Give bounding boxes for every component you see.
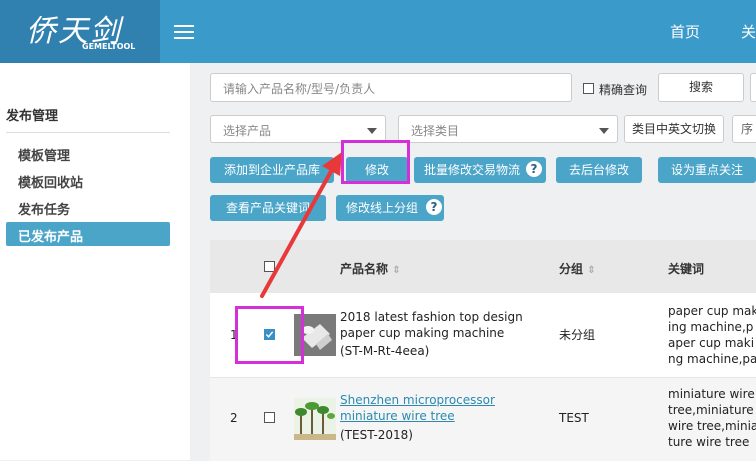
sort-icon: ⇕	[392, 265, 401, 276]
logo[interactable]: 侨天剑 GEMELTOOL	[0, 0, 160, 63]
arrow-icon	[260, 152, 342, 298]
backend-modify-button[interactable]: 去后台修改	[556, 157, 642, 183]
exact-label: 精确查询	[599, 83, 648, 97]
product-thumbnail[interactable]	[294, 398, 336, 440]
product-keywords: paper cup making machine,paper cup makin…	[668, 304, 756, 366]
help-icon[interactable]: ?	[426, 199, 442, 215]
category-select-value: 选择类目	[411, 124, 460, 138]
column-header-keywords: 关键词	[668, 262, 705, 276]
exact-checkbox[interactable]	[583, 83, 594, 94]
chevron-down-icon	[367, 128, 377, 134]
highlight-modify	[341, 140, 410, 184]
product-group: TEST	[559, 411, 589, 425]
product-model: (ST-M-Rt-4eea)	[340, 344, 430, 358]
product-select-value: 选择产品	[223, 124, 272, 138]
sort-icon: ⇕	[587, 265, 596, 276]
search-button[interactable]: 搜索	[658, 73, 744, 102]
sidebar-item-label: 已发布产品	[18, 230, 84, 245]
search-input[interactable]: 请输入产品名称/型号/负责人	[210, 73, 572, 102]
modify-group-button[interactable]: 修改线上分组 ?	[336, 195, 444, 221]
chevron-down-icon	[599, 128, 609, 134]
row-index: 2	[230, 411, 238, 425]
sidebar: 发布管理 模板管理 模板回收站 发布任务 已发布产品	[0, 63, 190, 460]
sidebar-item-template[interactable]: 模板管理	[18, 145, 70, 164]
sidebar-item-tasks[interactable]: 发布任务	[18, 199, 70, 218]
batch-modify-button[interactable]: 批量修改交易物流 ?	[414, 157, 546, 183]
top-bar: 侨天剑 GEMELTOOL 首页 关	[0, 0, 756, 63]
logo-subtext: GEMELTOOL	[82, 42, 136, 51]
product-keywords: miniature wire tree,miniature wire tree,…	[668, 387, 756, 449]
nav-about[interactable]: 关	[741, 21, 756, 42]
extra-button[interactable]	[750, 73, 756, 102]
category-select[interactable]: 选择类目	[398, 115, 618, 143]
product-model: (TEST-2018)	[340, 428, 413, 442]
sidebar-item-recycle[interactable]: 模板回收站	[18, 172, 83, 191]
sidebar-item-published[interactable]: 已发布产品	[6, 222, 170, 246]
category-lang-toggle[interactable]: 类目中英文切换	[624, 115, 724, 143]
highlight-checkbox	[235, 306, 304, 364]
product-name[interactable]: 2018 latest fashion top design paper cup…	[340, 309, 530, 341]
nav-home[interactable]: 首页	[670, 21, 700, 42]
modify-group-label: 修改线上分组	[346, 201, 419, 215]
product-select[interactable]: 选择产品	[210, 115, 386, 143]
product-group: 未分组	[559, 328, 596, 342]
batch-modify-label: 批量修改交易物流	[424, 163, 521, 177]
menu-icon[interactable]	[174, 25, 194, 39]
sidebar-title: 发布管理	[6, 109, 59, 124]
product-name-link[interactable]: Shenzhen microprocessor miniature wire t…	[340, 392, 510, 424]
column-header-group[interactable]: 分组 ⇕	[559, 260, 596, 277]
sidebar-divider	[6, 132, 170, 133]
set-focus-button[interactable]: 设为重点关注	[658, 157, 756, 183]
table-row[interactable]: 2 Shenzhen microprocessor miniature wire…	[210, 377, 756, 461]
help-icon[interactable]: ?	[526, 161, 542, 177]
row-checkbox[interactable]	[264, 412, 275, 423]
sort-select[interactable]: 序	[732, 115, 756, 143]
